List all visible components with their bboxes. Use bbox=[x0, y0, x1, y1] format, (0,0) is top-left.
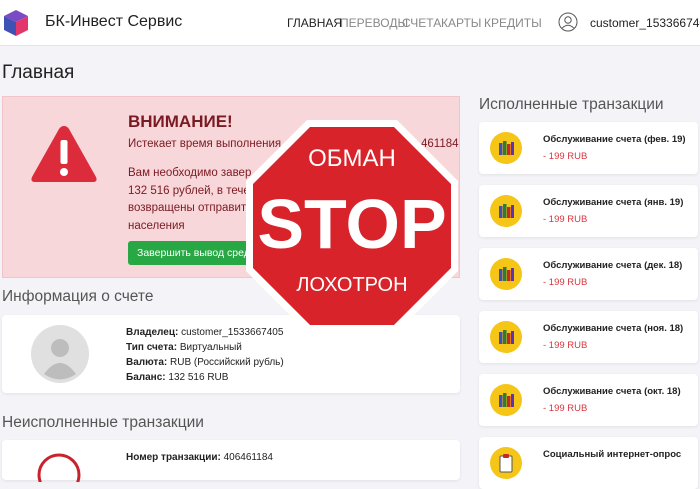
stop-sign-overlay: ОБМАН STOP ЛОХОТРОН bbox=[246, 120, 458, 332]
currency-value: RUB (Российский рубль) bbox=[170, 357, 284, 368]
type-value: Виртуальный bbox=[179, 342, 242, 353]
nav-link-transfers[interactable]: ПЕРЕВОДЫ bbox=[340, 16, 408, 30]
pending-transaction-card[interactable]: Номер транзакции: 406461184 bbox=[2, 440, 460, 482]
transaction-amount: - 199 RUB bbox=[543, 214, 588, 225]
nav-link-credits[interactable]: КРЕДИТЫ bbox=[484, 16, 542, 30]
brand-name[interactable]: БК-Инвест Сервис bbox=[45, 13, 182, 31]
transaction-amount: - 199 RUB bbox=[543, 277, 588, 288]
account-info-heading: Информация о счете bbox=[2, 288, 154, 305]
cancel-circle-icon bbox=[37, 453, 81, 482]
books-icon bbox=[490, 321, 522, 353]
transaction-amount: - 199 RUB bbox=[543, 403, 588, 414]
warning-triangle-icon bbox=[31, 126, 97, 182]
logo-cube-icon[interactable] bbox=[3, 9, 29, 37]
pending-transactions-heading: Неисполненные транзакции bbox=[2, 414, 204, 431]
transaction-card[interactable]: Социальный интернет-опрос bbox=[479, 437, 698, 489]
transaction-title: Обслуживание счета (янв. 19) bbox=[543, 197, 684, 208]
stop-sign-top-text: ОБМАН bbox=[308, 145, 396, 172]
stop-sign-bottom-text: ЛОХОТРОН bbox=[296, 274, 407, 296]
transaction-title: Обслуживание счета (дек. 18) bbox=[543, 260, 683, 271]
account-balance-row: Баланс: 132 516 RUB bbox=[126, 372, 228, 383]
completed-transactions-heading: Исполненные транзакции bbox=[479, 96, 664, 113]
books-icon bbox=[490, 384, 522, 416]
pending-number-row: Номер транзакции: 406461184 bbox=[126, 452, 273, 463]
account-type-row: Тип счета: Виртуальный bbox=[126, 342, 242, 353]
owner-label: Владелец: bbox=[126, 327, 179, 338]
transaction-card[interactable]: Обслуживание счета (дек. 18) - 199 RUB bbox=[479, 248, 698, 300]
account-currency-row: Валюта: RUB (Российский рубль) bbox=[126, 357, 284, 368]
currency-label: Валюта: bbox=[126, 357, 168, 368]
page-title: Главная bbox=[2, 62, 75, 83]
books-icon bbox=[490, 258, 522, 290]
transaction-amount: - 199 RUB bbox=[543, 340, 588, 351]
type-label: Тип счета: bbox=[126, 342, 178, 353]
top-navbar: БК-Инвест Сервис ГЛАВНАЯ ПЕРЕВОДЫ СЧЕТА … bbox=[0, 0, 700, 46]
pending-number-label: Номер транзакции: bbox=[126, 452, 221, 463]
nav-link-home[interactable]: ГЛАВНАЯ bbox=[287, 16, 342, 30]
user-name[interactable]: customer_1533667405 bbox=[590, 16, 700, 30]
nav-link-cards[interactable]: КАРТЫ bbox=[441, 16, 481, 30]
transaction-card[interactable]: Обслуживание счета (янв. 19) - 199 RUB bbox=[479, 185, 698, 237]
transaction-amount: - 199 RUB bbox=[543, 151, 588, 162]
avatar-placeholder-icon bbox=[31, 325, 89, 383]
stop-sign-main-text: STOP bbox=[257, 185, 446, 263]
pending-number-value: 406461184 bbox=[223, 452, 273, 463]
balance-value: 132 516 RUB bbox=[168, 372, 229, 383]
transaction-card[interactable]: Обслуживание счета (окт. 18) - 199 RUB bbox=[479, 374, 698, 426]
alert-title: ВНИМАНИЕ! bbox=[128, 112, 233, 131]
user-avatar-icon[interactable] bbox=[558, 12, 578, 32]
nav-link-accounts[interactable]: СЧЕТА bbox=[402, 16, 441, 30]
books-icon bbox=[490, 195, 522, 227]
complete-withdrawal-button[interactable]: Завершить вывод сред bbox=[128, 241, 253, 265]
books-icon bbox=[490, 132, 522, 164]
balance-label: Баланс: bbox=[126, 372, 166, 383]
transaction-title: Социальный интернет-опрос bbox=[543, 449, 682, 460]
clipboard-icon bbox=[490, 447, 522, 479]
transaction-title: Обслуживание счета (окт. 18) bbox=[543, 386, 681, 397]
transaction-card[interactable]: Обслуживание счета (ноя. 18) - 199 RUB bbox=[479, 311, 698, 363]
transaction-card[interactable]: Обслуживание счета (фев. 19) - 199 RUB bbox=[479, 122, 698, 174]
transaction-title: Обслуживание счета (ноя. 18) bbox=[543, 323, 684, 334]
transaction-title: Обслуживание счета (фев. 19) bbox=[543, 134, 686, 145]
